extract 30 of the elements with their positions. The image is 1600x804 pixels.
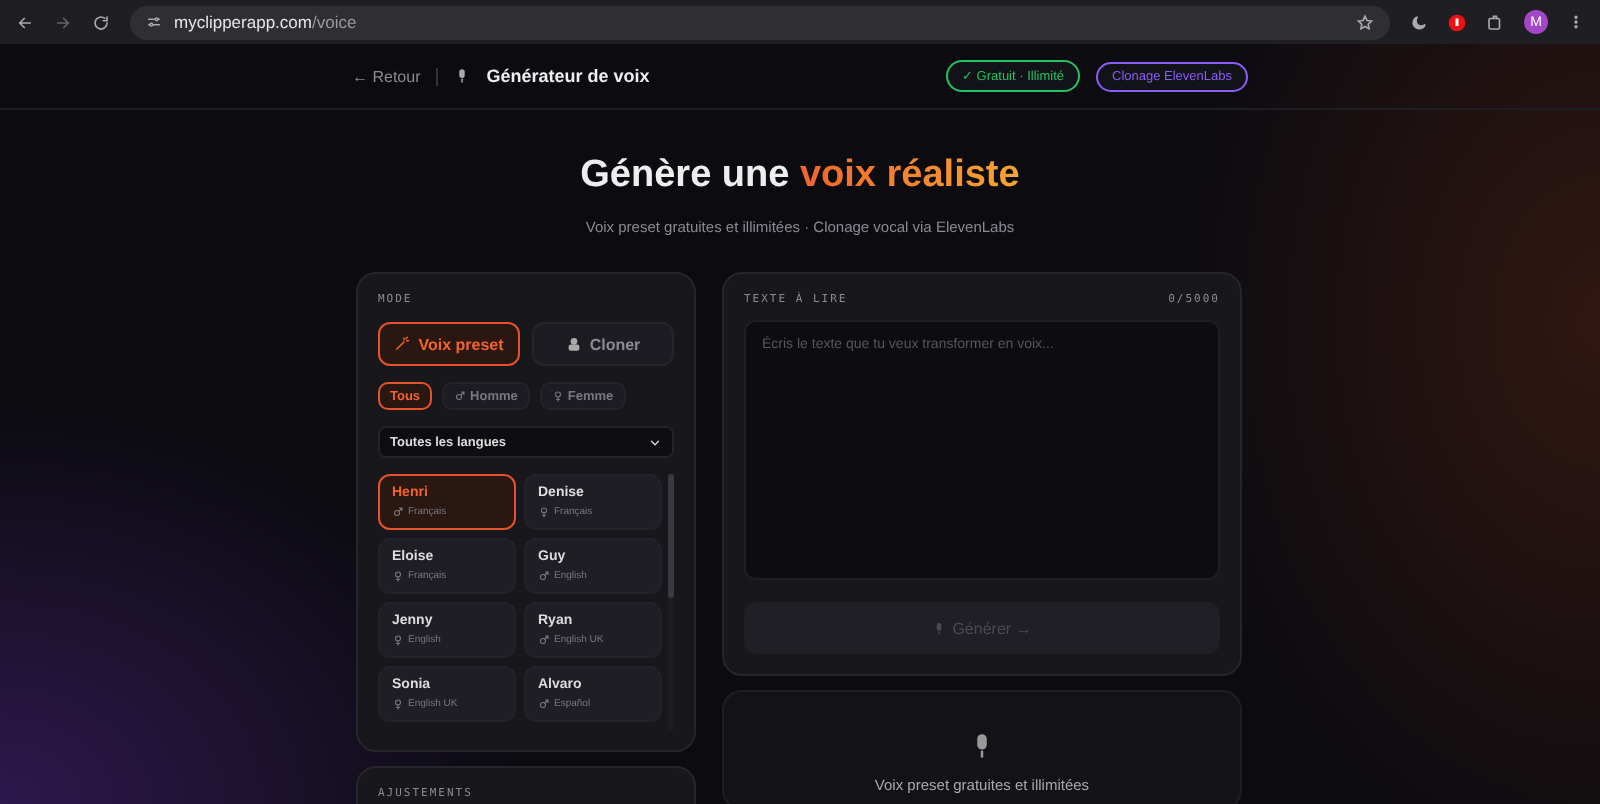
chevron-down-icon bbox=[648, 435, 662, 449]
male-icon bbox=[392, 506, 404, 518]
back-link[interactable]: ← Retour bbox=[352, 67, 439, 85]
url-text: myclipperapp.com/voice bbox=[174, 12, 359, 32]
female-icon bbox=[392, 570, 404, 582]
moon-icon[interactable] bbox=[1410, 13, 1428, 31]
person-icon bbox=[565, 336, 582, 352]
page-title: Générateur de voix bbox=[486, 66, 650, 86]
female-icon bbox=[392, 634, 404, 646]
forward-icon[interactable] bbox=[54, 13, 72, 31]
site-settings-icon bbox=[146, 14, 162, 30]
female-icon bbox=[551, 390, 564, 402]
male-icon bbox=[538, 570, 550, 582]
female-icon bbox=[538, 506, 550, 518]
back-icon[interactable] bbox=[16, 13, 34, 31]
male-icon bbox=[454, 390, 467, 402]
address-bar[interactable]: myclipperapp.com/voice bbox=[130, 5, 1390, 39]
star-icon[interactable] bbox=[1356, 13, 1374, 31]
male-icon bbox=[538, 634, 550, 646]
extension-icon[interactable] bbox=[1448, 13, 1466, 31]
puzzle-icon[interactable] bbox=[1486, 13, 1504, 31]
menu-icon[interactable] bbox=[1568, 14, 1584, 30]
hero-title: Génère une voix réaliste bbox=[580, 154, 1020, 198]
mode-button[interactable]: Voix preset bbox=[378, 322, 520, 366]
male-icon bbox=[538, 698, 550, 710]
scrollbar-thumb[interactable] bbox=[668, 474, 674, 598]
female-icon bbox=[392, 698, 404, 710]
wand-icon bbox=[394, 336, 411, 352]
mode-button[interactable]: Cloner bbox=[532, 322, 674, 366]
reload-icon[interactable] bbox=[92, 13, 110, 31]
